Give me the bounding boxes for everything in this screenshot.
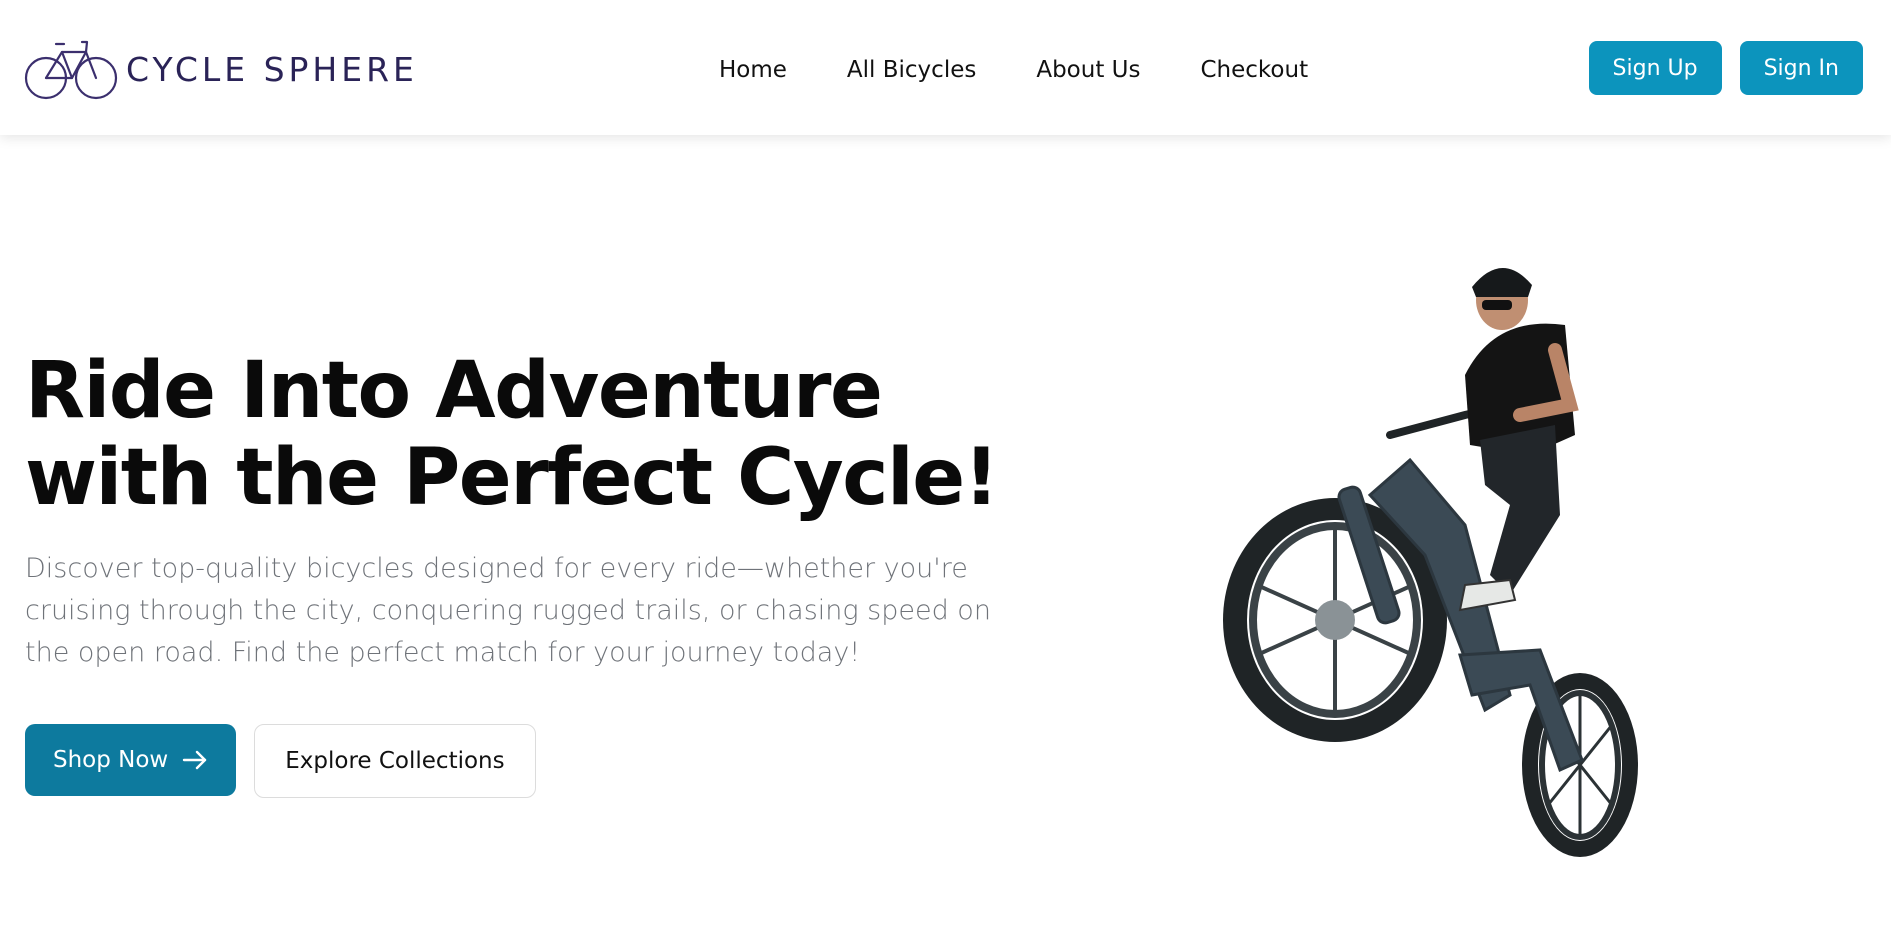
shop-now-label: Shop Now	[53, 747, 169, 773]
auth-buttons: Sign Up Sign In	[1571, 41, 1863, 95]
nav-all-bicycles-link[interactable]: All Bicycles	[847, 57, 976, 83]
hero-title: Ride Into Adventure with the Perfect Cyc…	[25, 348, 1065, 522]
explore-collections-button[interactable]: Explore Collections	[254, 724, 536, 798]
shop-now-button[interactable]: Shop Now	[25, 724, 237, 796]
rider	[1458, 267, 1579, 612]
nav-home-link[interactable]: Home	[719, 57, 787, 83]
site-header: CYCLE SPHERE Home All Bicycles About Us …	[0, 0, 1891, 135]
sign-in-button[interactable]: Sign In	[1739, 41, 1863, 95]
brand-name: CYCLE SPHERE	[126, 49, 418, 89]
hero-section: Ride Into Adventure with the Perfect Cyc…	[25, 348, 1065, 798]
bicycle-icon	[24, 40, 118, 100]
hero-actions: Shop Now Explore Collections	[25, 724, 1065, 798]
nav-about-us-link[interactable]: About Us	[1036, 57, 1140, 83]
hero-subtitle: Discover top-quality bicycles designed f…	[25, 553, 991, 668]
hero-title-line-2: with the Perfect Cycle!	[25, 433, 999, 523]
nav-checkout-link[interactable]: Checkout	[1200, 57, 1308, 83]
hero-title-line-1: Ride Into Adventure	[25, 346, 883, 436]
hero-bike-image	[1223, 267, 1638, 857]
sign-up-button[interactable]: Sign Up	[1588, 41, 1722, 95]
brand-logo[interactable]: CYCLE SPHERE	[24, 34, 418, 104]
main-nav: Home All Bicycles About Us Checkout	[719, 52, 1308, 88]
arrow-right-icon	[183, 750, 207, 770]
